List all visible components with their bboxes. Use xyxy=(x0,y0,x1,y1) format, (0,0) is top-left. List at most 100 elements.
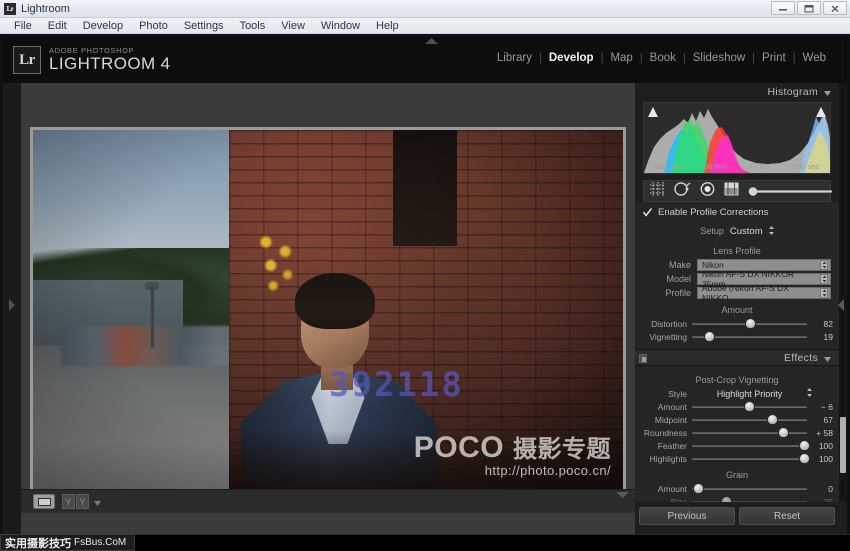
flag-button-a[interactable]: Y xyxy=(62,494,75,509)
module-develop[interactable]: Develop xyxy=(542,52,601,64)
left-panel-collapse-arrow[interactable] xyxy=(6,295,18,315)
module-web[interactable]: Web xyxy=(796,52,833,64)
center-toolbar: Y Y xyxy=(21,489,635,513)
minimize-button[interactable] xyxy=(771,1,795,15)
lr-icon: Lr xyxy=(4,2,16,15)
menu-tools[interactable]: Tools xyxy=(232,18,274,34)
lens-profile-select[interactable]: Adobe (Nikon AF-S DX NIKKO... xyxy=(697,283,831,303)
histogram-exif: ISO 640 35 mm ƒ / 2.5 1/50 sec xyxy=(644,162,830,171)
lens-profile-row[interactable]: Profile Adobe (Nikon AF-S DX NIKKO... xyxy=(635,283,839,303)
popup-arrows-icon xyxy=(820,288,828,298)
right-panel-collapse-arrow[interactable] xyxy=(835,295,847,315)
pcv-midpoint-row[interactable]: Midpoint 67 xyxy=(635,413,839,426)
module-book[interactable]: Book xyxy=(643,52,683,64)
pcv-highlights-slider[interactable] xyxy=(692,454,810,463)
loupe-view-icon[interactable] xyxy=(33,494,55,509)
menu-edit[interactable]: Edit xyxy=(40,18,75,34)
right-panel-scroll: Histogram ISO 640 35 mm ƒ / 2.5 1/50 sec… xyxy=(635,83,839,502)
adjustment-brush-icon[interactable] xyxy=(748,186,834,197)
module-slideshow[interactable]: Slideshow xyxy=(686,52,752,64)
pcv-feather-row[interactable]: Feather 100 xyxy=(635,439,839,452)
pcv-highlights-row[interactable]: Highlights 100 xyxy=(635,452,839,465)
red-eye-icon[interactable] xyxy=(700,181,715,201)
setup-value[interactable]: Custom xyxy=(730,226,763,237)
photo-image[interactable]: 392118 POCO 摄影专题 http://photo.poco.cn/ xyxy=(33,130,623,510)
style-value[interactable]: Highlight Priority xyxy=(692,389,807,399)
exif-shutter-speed: 1/50 sec xyxy=(790,162,820,171)
module-topbar: Lr ADOBE PHOTOSHOP LIGHTROOM 4 Library |… xyxy=(3,37,847,83)
pcv-feather-label: Feather xyxy=(657,440,687,451)
bottom-panel-collapse-arrow[interactable] xyxy=(611,489,633,501)
enable-profile-corrections-label: Enable Profile Corrections xyxy=(658,207,769,218)
menu-photo[interactable]: Photo xyxy=(131,18,176,34)
grain-heading: Grain xyxy=(725,470,748,480)
caret-down-icon[interactable] xyxy=(94,493,101,511)
status-text-en: FsBus.CoM xyxy=(74,537,127,548)
previous-button[interactable]: Previous xyxy=(639,507,735,525)
crop-overlay-icon[interactable] xyxy=(650,181,665,201)
pcv-midpoint-slider[interactable] xyxy=(692,415,807,424)
pcv-roundness-row[interactable]: Roundness + 58 xyxy=(635,426,839,439)
pcv-feather-slider[interactable] xyxy=(692,441,810,450)
checkbox-checked-icon[interactable] xyxy=(643,208,652,217)
grain-size-slider[interactable] xyxy=(692,497,807,502)
reset-button[interactable]: Reset xyxy=(739,507,835,525)
enable-profile-corrections-row[interactable]: Enable Profile Corrections xyxy=(635,206,839,220)
effects-header[interactable]: Effects xyxy=(635,349,839,366)
shadow-clipping-icon[interactable] xyxy=(647,106,659,118)
flag-button-b[interactable]: Y xyxy=(76,494,89,509)
grain-amount-row[interactable]: Amount 0 xyxy=(635,482,839,495)
lens-profile-value: Adobe (Nikon AF-S DX NIKKO... xyxy=(702,283,789,303)
updown-arrows-icon[interactable] xyxy=(807,388,833,399)
grain-size-row[interactable]: Size 25 xyxy=(635,495,839,502)
pcv-amount-slider[interactable] xyxy=(692,402,807,411)
restore-button[interactable] xyxy=(797,1,821,15)
menu-develop[interactable]: Develop xyxy=(75,18,131,34)
menu-help[interactable]: Help xyxy=(368,18,407,34)
pcv-midpoint-value: 67 xyxy=(823,414,833,425)
pcv-roundness-slider[interactable] xyxy=(692,428,807,437)
triangle-down-icon[interactable] xyxy=(824,83,831,101)
triangle-down-icon[interactable] xyxy=(824,349,831,367)
module-library[interactable]: Library xyxy=(490,52,539,64)
top-panel-collapse-arrow[interactable] xyxy=(421,37,441,45)
style-row[interactable]: Style Highlight Priority xyxy=(635,387,839,400)
menu-view[interactable]: View xyxy=(273,18,313,34)
graduated-filter-icon[interactable] xyxy=(724,182,739,201)
highlight-clipping-icon[interactable] xyxy=(815,106,827,118)
panel-action-buttons: Previous Reset xyxy=(635,507,839,527)
module-print[interactable]: Print xyxy=(755,52,793,64)
histogram-header[interactable]: Histogram xyxy=(635,83,839,101)
module-picker: Library | Develop | Map | Book | Slidesh… xyxy=(490,52,833,64)
flag-toggles: Y Y xyxy=(62,494,89,509)
effects-panel: Post-Crop Vignetting Style Highlight Pri… xyxy=(635,366,839,502)
scrollbar-thumb[interactable] xyxy=(840,417,846,473)
effects-switch-icon[interactable] xyxy=(639,354,647,363)
updown-arrows-icon[interactable] xyxy=(768,222,774,240)
distortion-slider-row[interactable]: Distortion 82 xyxy=(635,317,839,330)
watermark-brand-cn: 摄影专题 xyxy=(513,436,611,463)
histogram-title: Histogram xyxy=(767,86,818,98)
right-panel-scrollbar[interactable] xyxy=(839,83,847,502)
spot-removal-icon[interactable] xyxy=(674,181,691,201)
pcv-amount-row[interactable]: Amount − 6 xyxy=(635,400,839,413)
distortion-slider[interactable] xyxy=(692,319,807,328)
pcv-amount-label: Amount xyxy=(657,401,687,412)
histogram-graph[interactable]: ISO 640 35 mm ƒ / 2.5 1/50 sec xyxy=(643,102,831,174)
module-map[interactable]: Map xyxy=(603,52,639,64)
lens-model-label: Model xyxy=(666,274,691,284)
menu-window[interactable]: Window xyxy=(313,18,368,34)
lightroom-app: Lr ADOBE PHOTOSHOP LIGHTROOM 4 Library |… xyxy=(0,34,850,551)
lens-profile-heading: Lens Profile xyxy=(713,246,761,256)
menu-file[interactable]: File xyxy=(6,18,40,34)
identity-plate[interactable]: Lr ADOBE PHOTOSHOP LIGHTROOM 4 xyxy=(13,46,171,74)
vignetting-slider-row[interactable]: Vignetting 19 xyxy=(635,330,839,343)
photo-lamp-pole xyxy=(151,286,154,348)
grain-amount-slider[interactable] xyxy=(692,484,807,493)
lr-badge-icon: Lr xyxy=(13,46,41,74)
vignetting-slider[interactable] xyxy=(692,332,807,341)
pcv-highlights-label: Highlights xyxy=(649,453,687,464)
menu-settings[interactable]: Settings xyxy=(176,18,232,34)
close-button[interactable] xyxy=(823,1,847,15)
setup-row[interactable]: Setup Custom xyxy=(635,220,839,241)
